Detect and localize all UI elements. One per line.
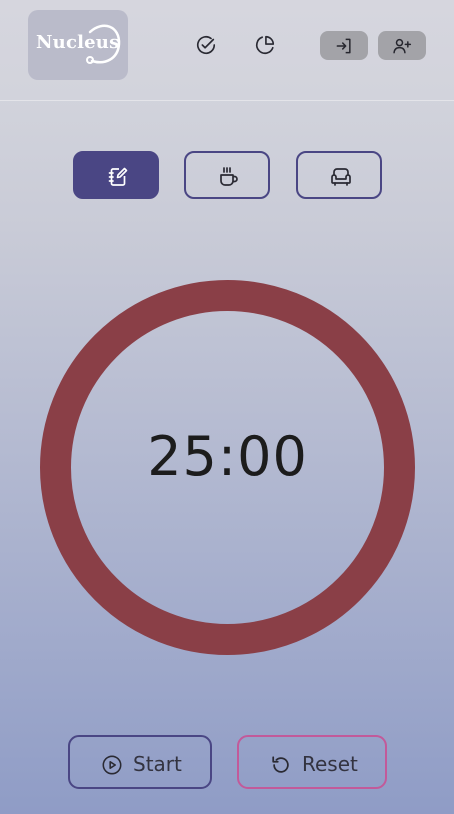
play-circle-icon [102, 755, 122, 775]
nucleus-logo[interactable]: Nucleus [28, 10, 128, 80]
add-user-icon [393, 38, 412, 54]
mode-focus-button[interactable] [73, 151, 159, 199]
login-button[interactable] [320, 31, 368, 60]
mode-short-break-button[interactable] [184, 151, 270, 199]
coffee-cup-icon [220, 167, 238, 186]
notebook-edit-icon [108, 167, 128, 186]
start-label: Start [133, 752, 182, 776]
header: Nucleus [0, 0, 454, 101]
reset-icon [272, 756, 289, 773]
signup-button[interactable] [378, 31, 426, 60]
reset-button[interactable]: Reset [237, 735, 387, 789]
logo-swoosh-icon [86, 24, 121, 64]
pie-chart-icon[interactable] [254, 34, 276, 56]
armchair-icon [331, 168, 351, 186]
login-icon [336, 38, 351, 54]
timer-display: 25:00 [147, 425, 308, 488]
start-button[interactable]: Start [68, 735, 212, 789]
check-circle-icon[interactable] [195, 34, 217, 56]
reset-label: Reset [302, 752, 358, 776]
mode-long-break-button[interactable] [296, 151, 382, 199]
